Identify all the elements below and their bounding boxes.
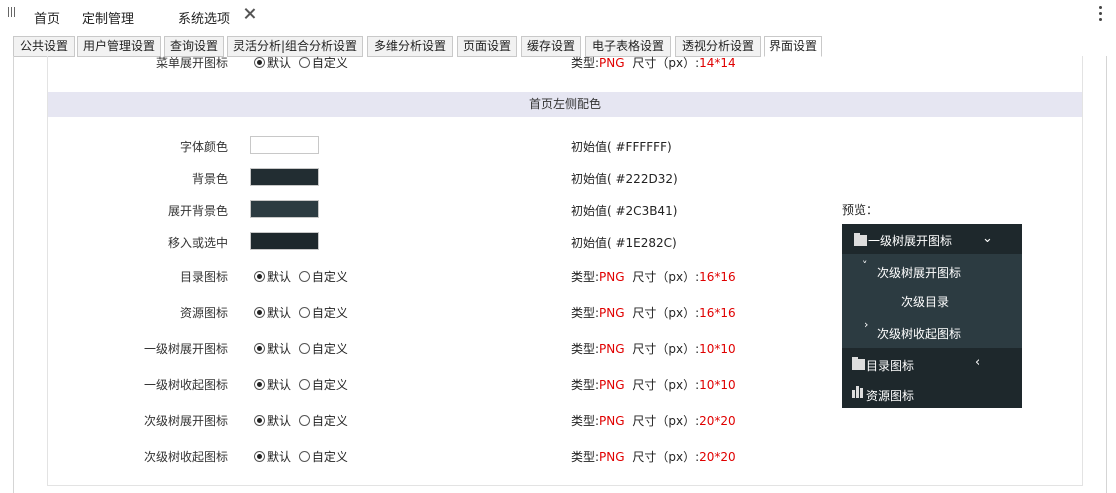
color-initial-expand-bg: 初始值( #2C3B41) bbox=[571, 204, 678, 218]
subtab-multidim-analysis[interactable]: 多维分析设置 bbox=[367, 36, 453, 57]
section-header: 首页左侧配色 bbox=[48, 92, 1082, 117]
color-swatch-expand-bg[interactable] bbox=[250, 200, 319, 218]
radio-custom[interactable] bbox=[298, 343, 310, 354]
folder-icon bbox=[854, 233, 867, 246]
color-swatch-hover[interactable] bbox=[250, 232, 319, 250]
tab-home[interactable]: 首页 bbox=[34, 8, 60, 27]
chevron-down-icon: ˅ bbox=[862, 259, 868, 272]
preview-label: 预览： bbox=[842, 203, 879, 217]
color-label-expand-bg: 展开背景色 bbox=[167, 204, 228, 218]
menu-expand-icon-label: 菜单展开图标 bbox=[155, 56, 228, 70]
icon-info-sub-collapse: 类型:PNG 尺寸（px）:20*20 bbox=[571, 450, 736, 464]
radio-default[interactable] bbox=[254, 451, 265, 462]
menu-expand-icon-info: 类型:PNG 尺寸（px）:14*14 bbox=[571, 56, 736, 70]
radio-default[interactable] bbox=[254, 415, 265, 426]
color-initial-font: 初始值( #FFFFFF) bbox=[571, 140, 672, 154]
icon-info-level1-expand: 类型:PNG 尺寸（px）:10*10 bbox=[571, 342, 736, 356]
color-swatch-font[interactable] bbox=[250, 136, 319, 154]
chevron-left-icon: ‹ bbox=[975, 355, 981, 370]
more-options-icon[interactable] bbox=[1099, 6, 1103, 22]
close-icon[interactable] bbox=[244, 7, 256, 19]
icon-radio-level1-expand: 默认 自定义 bbox=[254, 340, 348, 357]
chevron-down-icon: ⌄ bbox=[982, 231, 993, 246]
radio-custom[interactable] bbox=[298, 271, 310, 282]
tab-system-options[interactable]: 系统选项 bbox=[178, 8, 230, 27]
menu-expand-icon-radio: 默认 自定义 bbox=[254, 54, 348, 71]
icon-radio-directory: 默认 自定义 bbox=[254, 268, 348, 285]
radio-custom[interactable] bbox=[298, 379, 310, 390]
subtab-page[interactable]: 页面设置 bbox=[457, 36, 517, 57]
radio-default[interactable] bbox=[254, 343, 265, 354]
icon-radio-sub-collapse: 默认 自定义 bbox=[254, 448, 348, 465]
icon-label-level1-expand: 一级树展开图标 bbox=[143, 342, 228, 356]
color-label-background: 背景色 bbox=[191, 172, 228, 186]
icon-info-sub-expand: 类型:PNG 尺寸（px）:20*20 bbox=[571, 414, 736, 428]
top-bar: 首页 定制管理 系统选项 bbox=[0, 0, 1116, 32]
radio-default[interactable] bbox=[254, 307, 265, 318]
icon-label-sub-expand: 次级树展开图标 bbox=[143, 414, 228, 428]
radio-custom[interactable] bbox=[298, 415, 310, 426]
icon-label-directory: 目录图标 bbox=[179, 270, 228, 284]
radio-default[interactable] bbox=[254, 271, 265, 282]
subtab-interface[interactable]: 界面设置 bbox=[764, 36, 822, 57]
icon-radio-resource: 默认 自定义 bbox=[254, 304, 348, 321]
color-swatch-background[interactable] bbox=[250, 168, 319, 186]
icon-info-resource: 类型:PNG 尺寸（px）:16*16 bbox=[571, 306, 736, 320]
radio-custom[interactable] bbox=[298, 57, 310, 68]
color-label-hover: 移入或选中 bbox=[167, 236, 228, 250]
icon-label-resource: 资源图标 bbox=[179, 306, 228, 320]
radio-custom[interactable] bbox=[298, 451, 310, 462]
radio-default[interactable] bbox=[254, 57, 265, 68]
icon-label-level1-collapse: 一级树收起图标 bbox=[143, 378, 228, 392]
radio-custom[interactable] bbox=[298, 307, 310, 318]
sidebar-preview: 一级树展开图标 ⌄ ˅ 次级树展开图标 次级目录 › 次级树收起图标 目录图标 … bbox=[842, 224, 1022, 408]
color-label-font: 字体颜色 bbox=[179, 140, 228, 154]
icon-info-level1-collapse: 类型:PNG 尺寸（px）:10*10 bbox=[571, 378, 736, 392]
chevron-right-icon: › bbox=[864, 318, 869, 331]
icon-label-sub-collapse: 次级树收起图标 bbox=[143, 450, 228, 464]
preview-bottom-rows: 目录图标 ‹ 资源图标 bbox=[842, 348, 1022, 408]
folder-icon bbox=[852, 357, 865, 370]
subtab-public[interactable]: 公共设置 bbox=[13, 36, 75, 57]
color-initial-hover: 初始值( #1E282C) bbox=[571, 236, 677, 250]
tab-custom-management[interactable]: 定制管理 bbox=[82, 8, 134, 27]
icon-info-directory: 类型:PNG 尺寸（px）:16*16 bbox=[571, 270, 736, 284]
color-initial-background: 初始值( #222D32) bbox=[571, 172, 678, 186]
menu-icon[interactable] bbox=[8, 7, 18, 19]
icon-radio-sub-expand: 默认 自定义 bbox=[254, 412, 348, 429]
preview-level1-row: 一级树展开图标 ⌄ bbox=[842, 224, 1022, 254]
preview-sub-area: ˅ 次级树展开图标 次级目录 › 次级树收起图标 bbox=[842, 254, 1022, 348]
radio-default[interactable] bbox=[254, 379, 265, 390]
bar-chart-icon bbox=[852, 386, 866, 398]
icon-radio-level1-collapse: 默认 自定义 bbox=[254, 376, 348, 393]
